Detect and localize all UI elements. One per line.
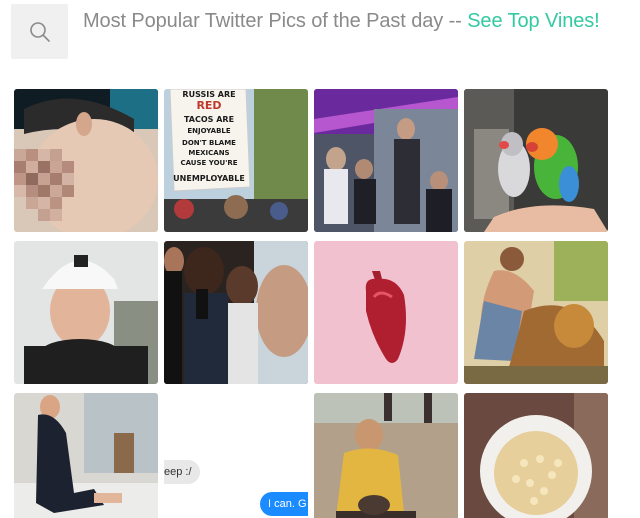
sign-line-5: DON'T BLAME [182,139,236,147]
photo-man-on-beach[interactable] [314,393,458,518]
band-stage-image [314,89,458,232]
press-crowd-image [164,241,308,384]
man-in-cap-image [14,241,158,384]
search-button[interactable] [11,4,68,59]
photo-band-on-stage[interactable] [314,89,458,232]
anatomical-heart-image [314,241,458,384]
photo-hercules-lion[interactable] [464,241,608,384]
photo-bowl-of-grain[interactable] [464,393,608,518]
hercules-lion-painting [464,241,608,384]
photo-man-sitting[interactable] [14,393,158,518]
sign-line-8: UNEMPLOYABLE [173,174,245,183]
sign-line-1: RUSSIS ARE [182,90,235,99]
photo-press-crowd[interactable] [164,241,308,384]
lovebirds-image [464,89,608,232]
photo-red-heart[interactable] [314,241,458,384]
page-header: Most Popular Twitter Pics of the Past da… [83,10,600,36]
man-on-beach-image [314,393,458,518]
see-top-vines-link[interactable]: See Top Vines! [467,10,600,32]
photo-pixelated-man[interactable] [14,89,158,232]
protest-sign-image: RUSSIS ARE RED TACOS ARE ENJOYABLE DON'T… [164,89,308,232]
photo-man-in-cap[interactable] [14,241,158,384]
photo-lovebirds[interactable] [464,89,608,232]
sign-line-6: MEXICANS [188,149,229,157]
bowl-of-grain-image [464,393,608,518]
sign-line-7: CAUSE YOU'RE [180,159,237,167]
sign-line-3: TACOS ARE [184,115,234,124]
sign-line-2: RED [196,99,221,112]
pixelated-face-image [14,89,158,232]
page-title: Most Popular Twitter Pics of the Past da… [83,10,468,32]
man-sitting-image [14,393,158,518]
chat-bubble-sent: I can. G [260,492,308,516]
photo-protest-sign[interactable]: RUSSIS ARE RED TACOS ARE ENJOYABLE DON'T… [164,89,308,232]
sign-line-4: ENJOYABLE [187,127,231,135]
search-icon [29,21,50,42]
chat-bubble-received: eep :/ [164,460,200,484]
